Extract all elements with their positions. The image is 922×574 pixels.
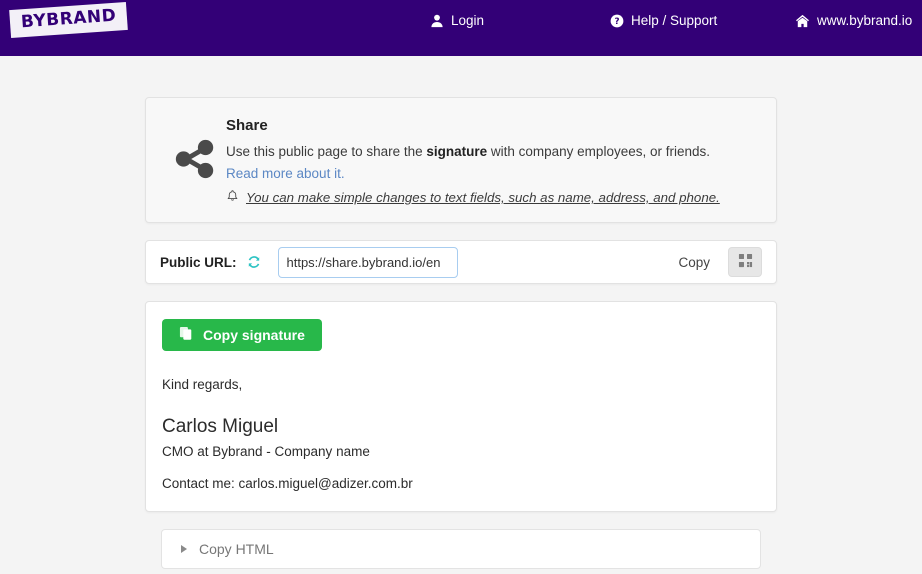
share-card-title: Share	[226, 117, 268, 134]
page-content: Share Use this public page to share the …	[0, 56, 922, 570]
nav-login-label: Login	[451, 13, 485, 28]
signature-greeting: Kind regards,	[162, 377, 243, 393]
read-more-link[interactable]: Read more about it.	[226, 164, 756, 184]
refresh-icon[interactable]	[246, 254, 262, 270]
top-navigation-bar: BYBRAND Login ? Help / Support www.bybra…	[0, 0, 922, 56]
share-info-card: Share Use this public page to share the …	[145, 97, 777, 224]
signature-name: Carlos Miguel	[162, 416, 279, 438]
share-info-body: Share Use this public page to share the …	[226, 116, 756, 206]
copy-html-accordion[interactable]: Copy HTML	[161, 529, 761, 570]
description-bold: signature	[426, 144, 488, 159]
qr-code-icon	[738, 253, 753, 271]
edit-notice-text: You can make simple changes to text fiel…	[246, 190, 720, 206]
user-icon	[430, 14, 444, 28]
question-circle-icon: ?	[610, 14, 624, 28]
copy-html-label: Copy HTML	[199, 541, 274, 558]
signature-role: CMO at Bybrand - Company name	[162, 444, 370, 460]
description-prefix: Use this public page to share the	[226, 144, 427, 159]
copy-signature-button[interactable]: Copy signature	[162, 319, 322, 352]
copy-icon	[179, 326, 194, 344]
site-logo[interactable]: BYBRAND	[9, 1, 129, 39]
qr-code-button[interactable]	[728, 247, 762, 278]
copy-html-section: Copy HTML	[145, 529, 777, 570]
share-nodes-icon	[164, 116, 226, 182]
public-url-card: Public URL: Copy	[145, 240, 777, 285]
caret-right-icon	[181, 545, 187, 554]
nav-website-link[interactable]: www.bybrand.io	[795, 13, 912, 28]
public-url-input[interactable]	[277, 246, 458, 278]
nav-website-label: www.bybrand.io	[817, 13, 913, 28]
share-card-description: Use this public page to share the signat…	[226, 142, 756, 162]
public-url-label: Public URL:	[160, 254, 237, 270]
home-icon	[795, 14, 810, 28]
signature-preview: Kind regards, Carlos Miguel CMO at Bybra…	[162, 375, 760, 491]
signature-card: Copy signature Kind regards, Carlos Migu…	[145, 301, 777, 513]
edit-notice: You can make simple changes to text fiel…	[226, 189, 756, 206]
svg-text:?: ?	[614, 17, 619, 27]
nav-login-link[interactable]: Login	[430, 13, 610, 28]
bell-icon	[226, 189, 239, 206]
copy-signature-label: Copy signature	[203, 327, 305, 344]
header-nav: Login ? Help / Support www.bybrand.io	[430, 13, 922, 28]
nav-help-link[interactable]: ? Help / Support	[610, 13, 795, 28]
signature-contact: Contact me: carlos.miguel@adizer.com.br	[162, 476, 413, 492]
content-container: Share Use this public page to share the …	[145, 97, 777, 570]
description-suffix: with company employees, or friends.	[487, 144, 710, 159]
nav-help-label: Help / Support	[631, 13, 718, 28]
logo-text: BYBRAND	[20, 5, 117, 33]
copy-url-link[interactable]: Copy	[678, 255, 710, 270]
